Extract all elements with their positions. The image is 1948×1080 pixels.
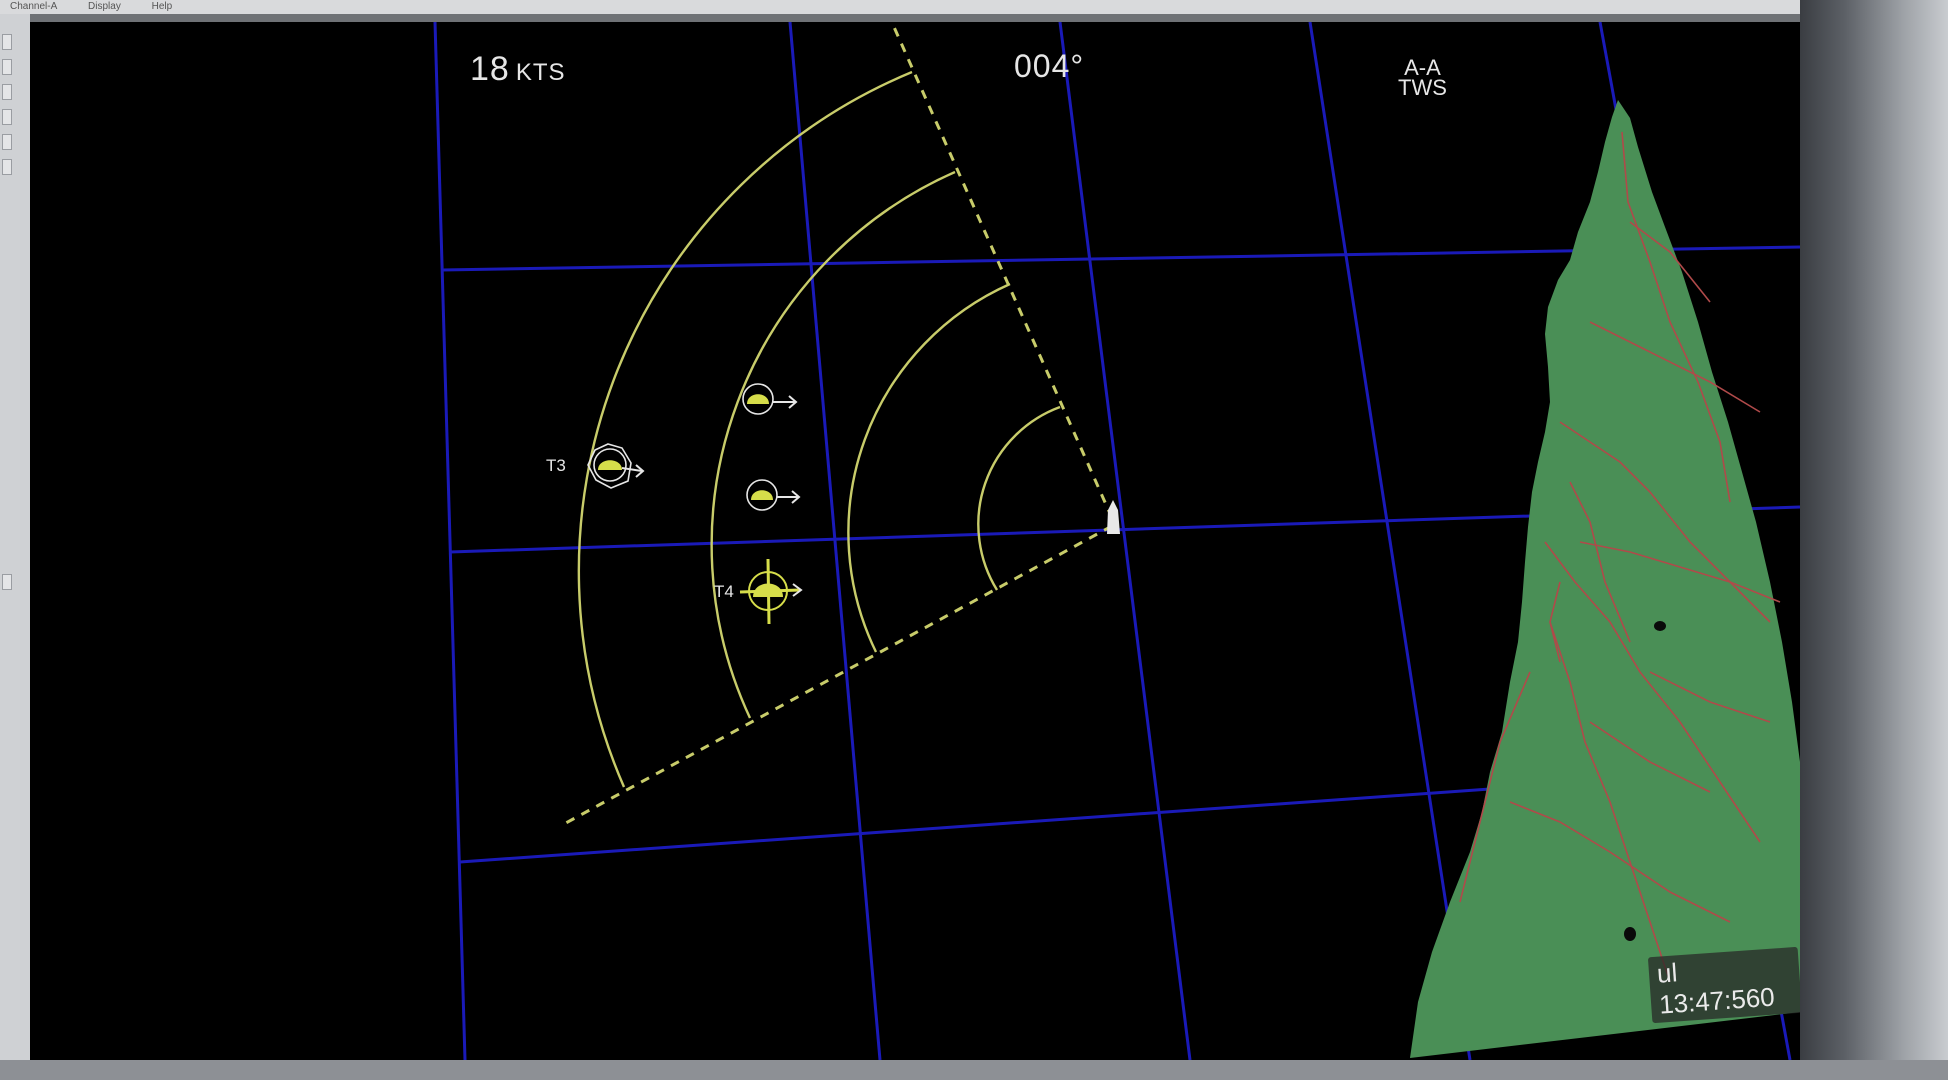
- lake: [1624, 927, 1636, 941]
- menu-help[interactable]: Help: [152, 1, 173, 12]
- range-arc-3: [710, 170, 956, 719]
- sector-limit-south: [563, 524, 1113, 826]
- range-arcs: [577, 70, 1061, 788]
- speed-unit: KTS: [515, 59, 566, 86]
- target-contact-1[interactable]: [742, 383, 798, 415]
- radar-display[interactable]: T3 T4 18 KTS 004° A-A TWS ul 13:47:560: [30, 22, 1803, 1060]
- radar-mode: A-A TWS: [1398, 57, 1447, 100]
- toolbar-button[interactable]: [2, 159, 12, 175]
- monitor-bezel-bottom: [0, 1060, 1948, 1080]
- radar-scope: [563, 22, 1800, 1058]
- monitor-bezel: [1800, 0, 1948, 1080]
- lake: [1654, 621, 1666, 631]
- menu-bar: Channel-A Display Help: [0, 0, 1800, 14]
- crosshair-icon: [739, 558, 801, 625]
- radar-mode-secondary: TWS: [1398, 75, 1447, 100]
- toolbar-button[interactable]: [2, 134, 12, 150]
- heading-readout: 004°: [1014, 48, 1085, 84]
- toolbar-button[interactable]: [2, 34, 12, 50]
- contact-icon: [751, 490, 773, 500]
- target-label-t3: T3: [546, 456, 566, 475]
- target-contact-2[interactable]: [746, 479, 801, 511]
- target-t3[interactable]: [587, 443, 645, 489]
- left-toolbar: [0, 14, 30, 1060]
- menu-display[interactable]: Display: [88, 1, 121, 12]
- collapse-arrow-icon[interactable]: [2, 574, 12, 590]
- toolbar-button[interactable]: [2, 59, 12, 75]
- speed-readout: 18 KTS: [470, 50, 566, 89]
- range-arc-4: [577, 70, 913, 788]
- target-label-t4: T4: [714, 582, 734, 601]
- speed-value: 18: [470, 50, 510, 88]
- menu-channel-a[interactable]: Channel-A: [10, 1, 57, 12]
- ownship-icon: [1107, 500, 1120, 534]
- coastline-map: [1410, 100, 1800, 1058]
- contact-icon: [747, 394, 769, 404]
- toolbar-button[interactable]: [2, 109, 12, 125]
- target-t4[interactable]: [739, 558, 803, 625]
- toolbar-button[interactable]: [2, 84, 12, 100]
- contact-icon: [598, 460, 622, 470]
- sector-limit-north: [890, 22, 1114, 519]
- range-arc-2: [847, 282, 1011, 653]
- clock-readout: ul 13:47:560: [1647, 946, 1803, 1024]
